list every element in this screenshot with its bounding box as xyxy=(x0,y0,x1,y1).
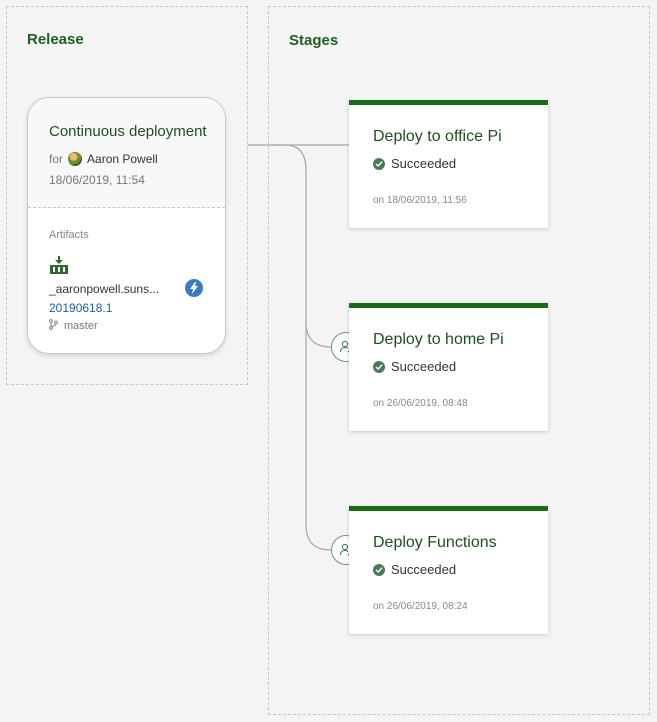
stage-status-text: Succeeded xyxy=(391,359,457,374)
stage-card-home-pi[interactable]: Deploy to home Pi Succeeded on 26/06/201… xyxy=(349,303,548,431)
author-avatar xyxy=(68,152,83,166)
check-circle-icon xyxy=(373,563,385,576)
stages-section-title: Stages xyxy=(289,32,339,49)
for-label: for xyxy=(49,152,64,166)
stage-status-text: Succeeded xyxy=(391,156,457,171)
stage-name[interactable]: Deploy to office Pi xyxy=(373,128,502,146)
build-artifact-icon xyxy=(49,255,69,275)
branch-icon xyxy=(49,319,58,333)
stage-name[interactable]: Deploy Functions xyxy=(373,534,497,552)
release-trigger-title[interactable]: Continuous deployment xyxy=(49,123,207,140)
lightning-icon[interactable] xyxy=(185,279,203,297)
release-section-title: Release xyxy=(27,31,84,48)
release-date: 18/06/2019, 11:54 xyxy=(49,173,145,187)
stage-card-office-pi[interactable]: Deploy to office Pi Succeeded on 18/06/2… xyxy=(349,100,548,228)
check-circle-icon xyxy=(373,360,385,373)
stage-date: on 26/06/2019, 08:48 xyxy=(373,398,468,409)
stage-card-functions[interactable]: Deploy Functions Succeeded on 26/06/2019… xyxy=(349,506,548,634)
stage-date: on 18/06/2019, 11:56 xyxy=(373,195,467,206)
artifacts-label: Artifacts xyxy=(49,229,89,241)
branch-row: master xyxy=(49,319,98,333)
release-card[interactable]: Continuous deployment for Aaron Powell 1… xyxy=(27,97,226,354)
author-name: Aaron Powell xyxy=(87,152,158,166)
stage-status: Succeeded xyxy=(373,359,456,374)
stage-name[interactable]: Deploy to home Pi xyxy=(373,331,504,349)
stage-status-text: Succeeded xyxy=(391,562,457,577)
release-author-row: for Aaron Powell xyxy=(49,152,158,166)
branch-name: master xyxy=(64,320,98,332)
check-circle-icon xyxy=(373,157,385,170)
artifact-name[interactable]: _aaronpowell.suns... xyxy=(49,282,159,296)
stage-status: Succeeded xyxy=(373,156,456,171)
stage-date: on 26/06/2019, 08:24 xyxy=(373,601,468,612)
stage-status: Succeeded xyxy=(373,562,456,577)
artifact-version-link[interactable]: 20190618.1 xyxy=(49,301,112,315)
